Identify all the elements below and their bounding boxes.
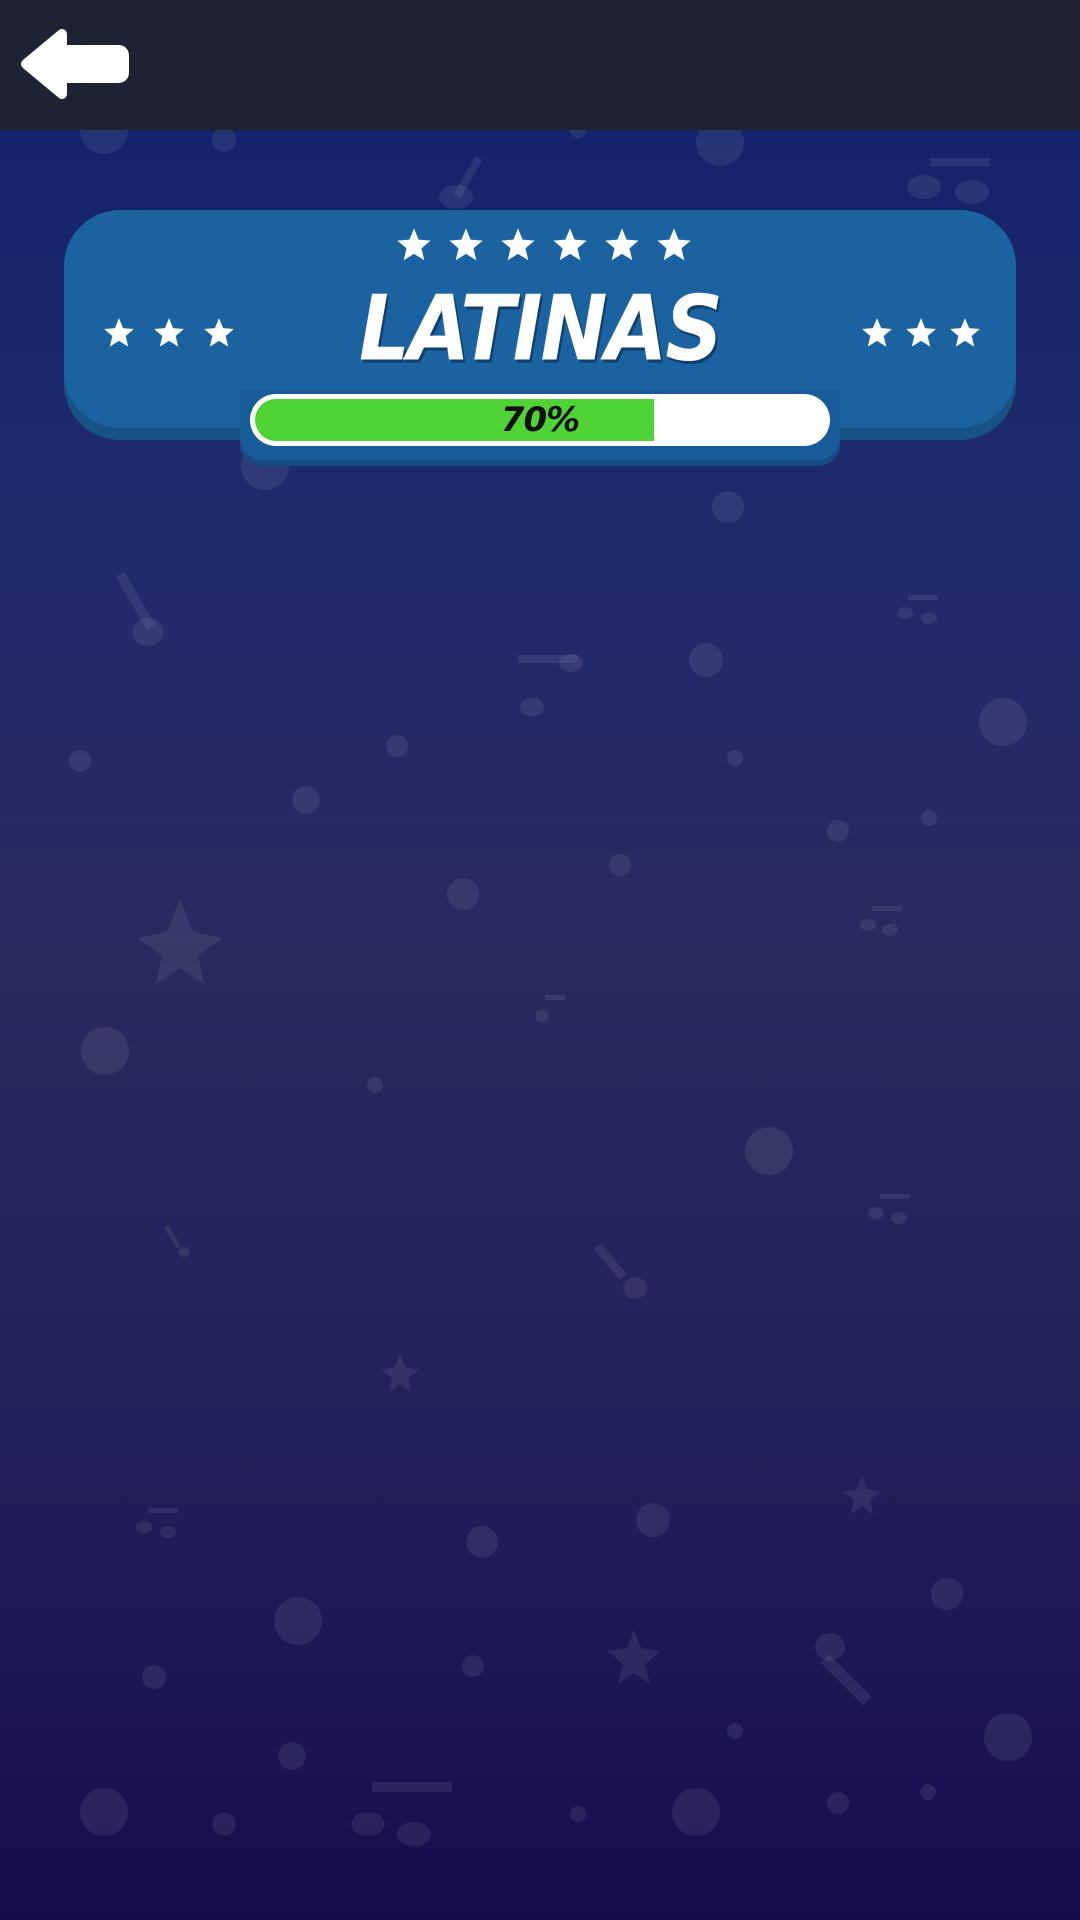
top-stars (395, 226, 693, 264)
star-icon (605, 228, 639, 261)
star-icon (397, 228, 431, 261)
star-icon (449, 228, 483, 261)
top-bar (0, 0, 1080, 130)
star-icon (553, 228, 587, 261)
star-icon (501, 228, 535, 261)
back-button[interactable] (18, 26, 130, 102)
progress-label: 70% (500, 400, 580, 440)
category-title: LATINAS (358, 276, 723, 381)
arrow-left-icon (21, 29, 129, 99)
star-icon (657, 228, 691, 261)
progress-bar: 70% (250, 394, 830, 446)
